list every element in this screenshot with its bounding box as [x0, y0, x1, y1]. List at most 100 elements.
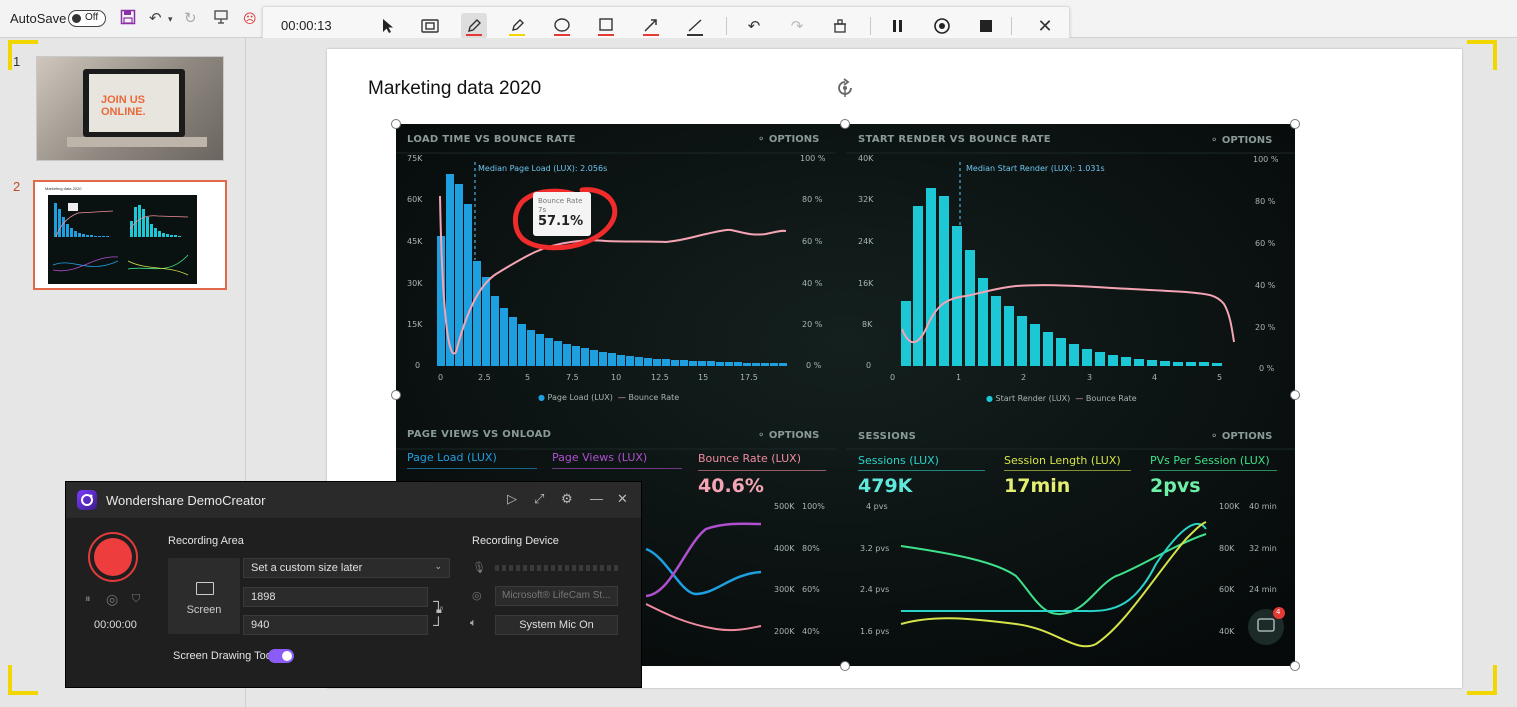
microphone-icon[interactable]: 🎙︎: [472, 561, 486, 574]
slide-thumbnail-2[interactable]: Marketing data 2020: [33, 180, 227, 290]
metric-value-bounce-rate: 40.6%: [698, 475, 764, 497]
resize-handle-n[interactable]: [840, 119, 850, 129]
panel4-options[interactable]: ⚬ OPTIONS: [1210, 431, 1272, 442]
size-preset-select[interactable]: Set a custom size later ⌄: [243, 558, 450, 578]
highlighter-icon[interactable]: [504, 13, 530, 39]
tooltip-value: 57.1%: [538, 214, 584, 229]
save-icon[interactable]: [120, 9, 136, 29]
arrow-icon[interactable]: [638, 13, 664, 39]
slide-number: 2: [13, 179, 21, 194]
recording-area-corner: [1467, 40, 1497, 70]
resize-handle-s[interactable]: [840, 661, 850, 671]
y-tick: 100K: [1219, 502, 1240, 511]
editor-icon[interactable]: ▷: [507, 491, 517, 507]
slide-title[interactable]: Marketing data 2020: [368, 78, 541, 100]
record-indicator-icon[interactable]: ☹: [243, 11, 257, 27]
resize-handle-w[interactable]: [391, 390, 401, 400]
autosave-state: Off: [85, 12, 99, 23]
webcam-small-icon[interactable]: ◎: [106, 591, 118, 608]
recording-device-label: Recording Device: [472, 535, 559, 547]
y-tick: 45K: [407, 237, 423, 246]
y-tick: 1.6 pvs: [860, 627, 890, 636]
line-icon[interactable]: [682, 13, 708, 39]
y-tick: 0 %: [806, 361, 822, 370]
y-tick: 20 %: [802, 320, 823, 329]
eraser-icon[interactable]: [827, 13, 853, 39]
rotate-handle-icon[interactable]: [834, 77, 856, 99]
webcam-icon[interactable]: ◎: [472, 589, 482, 602]
close-icon[interactable]: ✕: [617, 491, 628, 507]
resize-handle-e[interactable]: [1290, 390, 1300, 400]
close-toolbar-icon[interactable]: ✕: [1032, 13, 1058, 39]
y-tick: 3.2 pvs: [860, 544, 890, 553]
options-label: OPTIONS: [768, 134, 820, 145]
settings-icon[interactable]: ⚙: [561, 491, 573, 507]
bounce-rate-tooltip: Bounce Rate 7s 57.1%: [533, 192, 591, 236]
select-cursor-icon[interactable]: [375, 13, 401, 39]
screen-mode-button[interactable]: Screen: [168, 558, 240, 634]
x-tick: 10: [611, 373, 622, 382]
legend-item: Start Render (LUX): [995, 394, 1071, 403]
metric-underline: [698, 470, 826, 471]
height-input[interactable]: 940: [243, 615, 428, 635]
tooltip-sub: 7s: [538, 206, 547, 214]
undo-dropdown-icon[interactable]: ▾: [168, 14, 173, 25]
slide-thumbnail-1[interactable]: JOIN US ONLINE.: [36, 56, 224, 161]
pen-icon[interactable]: [461, 13, 487, 39]
screen-label: Screen: [186, 604, 222, 616]
panel1-options[interactable]: ⚬ OPTIONS: [757, 134, 819, 145]
x-tick: 12.5: [651, 373, 669, 382]
y-tick: 60K: [407, 195, 423, 204]
y-tick: 32K: [858, 195, 874, 204]
metric-value-session-length: 17min: [1004, 475, 1071, 497]
x-tick: 0: [890, 373, 896, 382]
ellipse-icon[interactable]: [549, 13, 575, 39]
camera-select[interactable]: Microsoft® LifeCam St...: [495, 586, 618, 606]
y-tick: 60K: [1219, 585, 1235, 594]
recording-timer: 00:00:13: [281, 18, 332, 33]
minimize-icon[interactable]: —: [590, 491, 603, 506]
present-icon[interactable]: [213, 9, 229, 29]
ellipse-color-swatch: [554, 34, 570, 36]
record-icon[interactable]: [929, 13, 955, 39]
lock-aspect-icon[interactable]: 🔓︎: [436, 604, 443, 617]
expand-icon[interactable]: ⤢: [534, 491, 544, 507]
start-recording-button[interactable]: [88, 532, 138, 582]
x-tick: 3: [1087, 373, 1093, 382]
rectangle-icon[interactable]: [593, 13, 619, 39]
undo-drawing-icon[interactable]: ↶: [741, 13, 767, 39]
screenshot-icon[interactable]: [417, 13, 443, 39]
pause-small-icon[interactable]: ⏸: [85, 593, 91, 606]
screen-drawing-toggle[interactable]: [268, 649, 294, 663]
redo-icon[interactable]: ↻: [184, 9, 197, 27]
width-input[interactable]: 1898: [243, 587, 428, 607]
metric-value-sessions: 479K: [858, 475, 913, 497]
autosave-toggle[interactable]: Off: [68, 10, 106, 27]
democreator-timer: 00:00:00: [94, 619, 137, 631]
y-tick: 24 min: [1249, 585, 1277, 594]
undo-icon[interactable]: ↶: [149, 9, 162, 27]
laptop-screen: JOIN US ONLINE.: [89, 74, 179, 132]
democreator-title-bar[interactable]: Wondershare DemoCreator ▷ ⤢ ⚙ — ✕: [66, 482, 641, 518]
speaker-icon[interactable]: 🔈︎: [470, 617, 477, 630]
panel3-options[interactable]: ⚬ OPTIONS: [757, 430, 819, 441]
resize-handle-ne[interactable]: [1290, 119, 1300, 129]
metric-label-page-views: Page Views (LUX): [552, 451, 648, 464]
y-tick: 100 %: [800, 154, 826, 163]
stop-icon[interactable]: [973, 13, 999, 39]
y-tick: 40 %: [1255, 281, 1276, 290]
system-audio-select[interactable]: System Mic On: [495, 615, 618, 635]
thumbnail-dashboard: [48, 195, 197, 284]
pen-color-swatch: [466, 34, 482, 36]
y-tick: 40 %: [802, 279, 823, 288]
x-tick: 17.5: [740, 373, 758, 382]
metric-label-bounce-rate: Bounce Rate (LUX): [698, 452, 802, 465]
line-color-swatch: [687, 34, 703, 36]
pause-icon[interactable]: [885, 13, 911, 39]
shield-icon[interactable]: ⛉: [132, 593, 140, 606]
resize-handle-nw[interactable]: [391, 119, 401, 129]
resize-handle-se[interactable]: [1290, 661, 1300, 671]
panel2-options[interactable]: ⚬ OPTIONS: [1210, 135, 1272, 146]
y-tick: 40K: [858, 154, 874, 163]
redo-drawing-icon[interactable]: ↷: [784, 13, 810, 39]
